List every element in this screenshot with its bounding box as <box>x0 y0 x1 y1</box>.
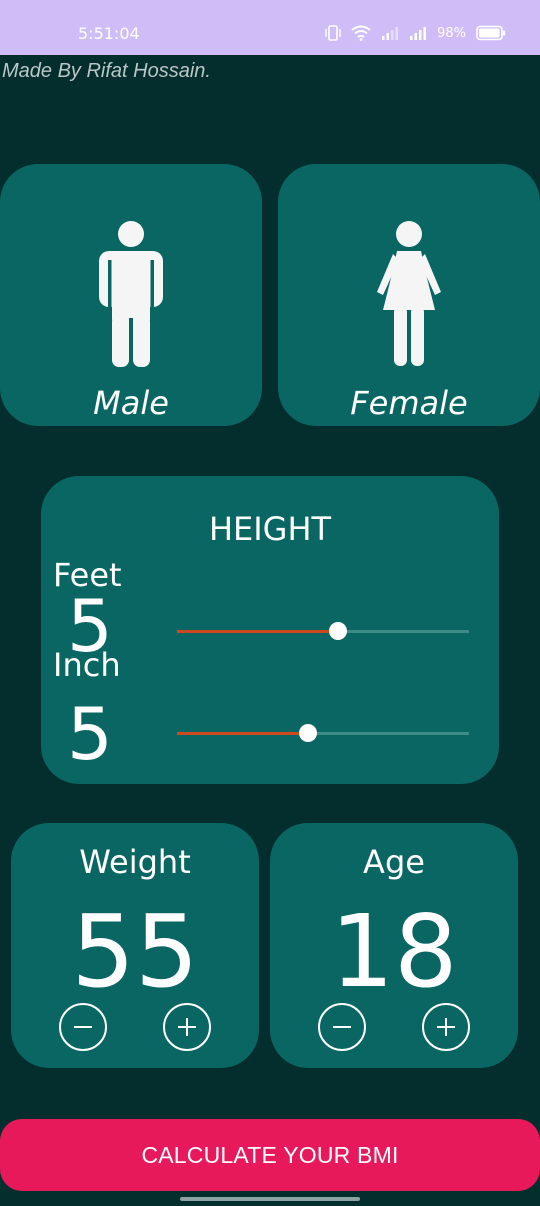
age-decrement-button[interactable] <box>318 1003 366 1051</box>
weight-value: 55 <box>71 893 199 1010</box>
female-label: Female <box>350 384 468 422</box>
age-value: 18 <box>330 893 458 1010</box>
age-increment-button[interactable] <box>422 1003 470 1051</box>
feet-slider[interactable] <box>177 617 469 647</box>
plus-icon <box>437 1018 455 1036</box>
minus-icon <box>333 1026 351 1028</box>
minus-icon <box>74 1026 92 1028</box>
status-icons: 98% <box>325 25 506 41</box>
feet-slider-fill <box>177 630 338 633</box>
calculate-bmi-button[interactable]: CALCULATE YOUR BMI <box>0 1119 540 1191</box>
weight-card: Weight 55 <box>11 823 259 1068</box>
weight-increment-button[interactable] <box>163 1003 211 1051</box>
weight-title: Weight <box>79 843 191 881</box>
plus-icon <box>178 1018 196 1036</box>
inch-label: Inch <box>53 646 121 684</box>
female-icon <box>377 221 441 366</box>
male-label: Male <box>93 384 169 422</box>
feet-slider-thumb[interactable] <box>328 622 347 640</box>
male-icon <box>99 221 163 368</box>
credit-text: Made By Rifat Hossain. <box>2 60 211 82</box>
inch-slider-thumb[interactable] <box>299 724 318 742</box>
signal-icon <box>410 27 427 40</box>
battery-percent: 98% <box>437 25 466 41</box>
weight-decrement-button[interactable] <box>59 1003 107 1051</box>
status-time: 5:51:04 <box>78 24 140 43</box>
inch-slider[interactable] <box>177 719 469 749</box>
height-card: HEIGHT Feet 5 Inch 5 <box>41 476 499 784</box>
height-title: HEIGHT <box>208 510 332 548</box>
female-card[interactable]: Female <box>278 164 540 426</box>
wifi-icon <box>351 25 371 41</box>
home-indicator[interactable] <box>180 1197 360 1201</box>
status-bar: 5:51:04 98% <box>0 0 540 55</box>
signal-icon <box>382 27 399 40</box>
inch-slider-fill <box>177 732 309 735</box>
male-card[interactable]: Male <box>0 164 262 426</box>
inch-value: 5 <box>67 692 113 776</box>
age-card: Age 18 <box>270 823 518 1068</box>
battery-icon <box>476 25 506 41</box>
age-title: Age <box>363 843 425 881</box>
vibrate-icon <box>325 25 341 41</box>
